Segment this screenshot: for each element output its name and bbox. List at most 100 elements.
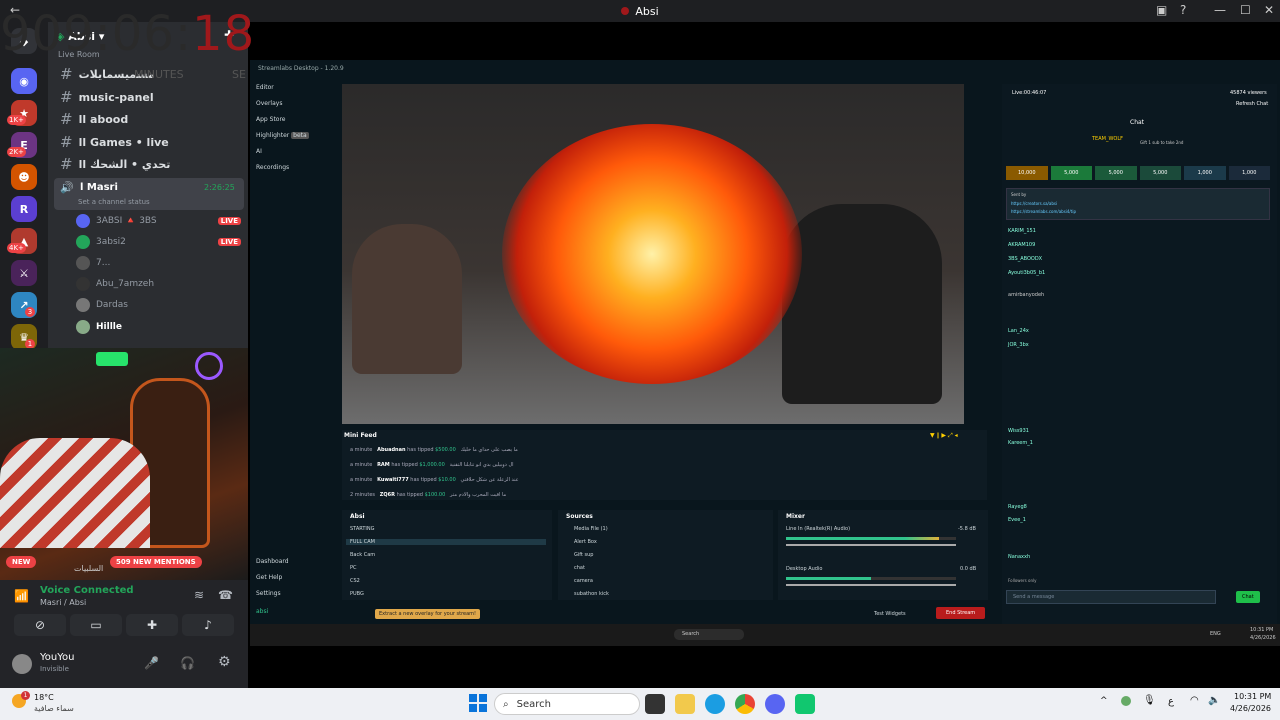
- taskbar-time[interactable]: 10:31 PM: [1234, 692, 1271, 701]
- inner-search[interactable]: Search: [674, 629, 744, 640]
- file-explorer-icon[interactable]: [675, 694, 695, 714]
- taskbar-search[interactable]: ⌕ Search: [494, 693, 640, 715]
- keyboard-language[interactable]: ع: [1168, 696, 1174, 707]
- end-stream-button[interactable]: End Stream: [936, 607, 986, 619]
- refresh-chat-button[interactable]: Refresh Chat: [1236, 101, 1268, 107]
- source-item[interactable]: subathon kick: [574, 591, 609, 597]
- task-view-icon[interactable]: [645, 694, 665, 714]
- tier-button[interactable]: 5,000: [1050, 166, 1092, 180]
- help-icon[interactable]: ?: [1180, 3, 1186, 17]
- tray-app-icon[interactable]: [1121, 696, 1131, 706]
- headphones-icon[interactable]: 🎧: [180, 656, 195, 670]
- start-icon[interactable]: [469, 694, 487, 712]
- wifi-icon[interactable]: ◠: [1190, 695, 1199, 706]
- live-duration: Live:00:46:07: [1012, 90, 1047, 96]
- nav-ai[interactable]: AI: [256, 148, 262, 155]
- streamlabs-icon[interactable]: [795, 694, 815, 714]
- tier-button[interactable]: 10,000: [1006, 166, 1048, 180]
- scene-item[interactable]: PUBG: [350, 591, 364, 597]
- settings-gear-icon[interactable]: ⚙: [218, 654, 231, 670]
- nav-editor[interactable]: Editor: [256, 84, 274, 91]
- microphone-tray-icon[interactable]: 🎙: [1143, 695, 1156, 706]
- noise-suppression-icon[interactable]: ≋: [194, 588, 204, 602]
- mention-channel[interactable]: السلبيات: [74, 564, 103, 573]
- channel-item[interactable]: # ll Games • live: [54, 132, 244, 152]
- server-3-icon[interactable]: ☻: [11, 164, 37, 190]
- nav-highlighter[interactable]: Highlighter beta: [256, 132, 309, 139]
- feed-controls-icon[interactable]: ▼ ∥ ▶ ⤢ ◂: [930, 432, 958, 440]
- test-widgets-button[interactable]: Test Widgets: [874, 611, 906, 617]
- voice-user[interactable]: 3ABSI 🔺 3BS LIVE: [76, 212, 241, 230]
- tier-button[interactable]: 1,000: [1184, 166, 1226, 180]
- screen-share-button[interactable]: ▭: [70, 614, 122, 636]
- channel-status[interactable]: Set a channel status: [78, 198, 150, 206]
- discord-icon[interactable]: [765, 694, 785, 714]
- avatar[interactable]: [12, 654, 32, 674]
- tier-button[interactable]: 5,000: [1139, 166, 1181, 180]
- server-discord-icon[interactable]: ◉: [11, 68, 37, 94]
- volume-icon[interactable]: 🔈: [1208, 695, 1220, 706]
- inner-date[interactable]: 4/26/2026: [1250, 635, 1276, 641]
- chat-send-button[interactable]: Chat: [1236, 591, 1260, 603]
- scene-item[interactable]: STARTING: [350, 526, 375, 532]
- microphone-icon[interactable]: 🎤: [144, 656, 159, 670]
- volume-slider[interactable]: [786, 584, 956, 586]
- close-icon[interactable]: ✕: [1264, 3, 1274, 17]
- inner-lang[interactable]: ENG: [1210, 631, 1221, 637]
- nav-recordings[interactable]: Recordings: [256, 164, 289, 171]
- soundboard-button[interactable]: ♪: [182, 614, 234, 636]
- nav-account[interactable]: absi: [256, 608, 268, 615]
- scene-item-selected[interactable]: FULL CAM: [346, 539, 546, 545]
- chrome-icon[interactable]: [735, 694, 755, 714]
- maximize-icon[interactable]: ☐: [1240, 3, 1251, 17]
- source-item[interactable]: Alert Box: [574, 539, 597, 545]
- source-item[interactable]: Media File (1): [574, 526, 608, 532]
- server-4-icon[interactable]: R: [11, 196, 37, 222]
- gift-prompt[interactable]: Gift 1 sub to take 2nd: [1140, 140, 1183, 145]
- pinned-link[interactable]: https://streamlabs.com/absi4/tip: [1011, 209, 1076, 214]
- volume-slider[interactable]: [786, 544, 956, 546]
- tier-button[interactable]: 5,000: [1095, 166, 1137, 180]
- channel-item[interactable]: # ll abood: [54, 109, 244, 129]
- nav-overlays[interactable]: Overlays: [256, 100, 282, 107]
- tier-button[interactable]: 1,000: [1228, 166, 1270, 180]
- source-item[interactable]: Gift sup: [574, 552, 593, 558]
- voice-user[interactable]: Abu_7amzeh: [76, 275, 241, 293]
- overlay-tip[interactable]: Extract a new overlay for your stream!: [375, 609, 481, 619]
- edge-icon[interactable]: [705, 694, 725, 714]
- voice-user[interactable]: 7...: [76, 254, 241, 272]
- scene-item[interactable]: CS2: [350, 578, 360, 584]
- pinned-link[interactable]: https://creators.sa/absi: [1011, 201, 1057, 206]
- nav-get-help[interactable]: Get Help: [256, 574, 282, 581]
- minimize-icon[interactable]: —: [1214, 3, 1226, 17]
- channel-item[interactable]: # ll تحدي • الشحك: [54, 154, 244, 174]
- voice-user[interactable]: Dardas: [76, 296, 241, 314]
- activities-button[interactable]: ✚: [126, 614, 178, 636]
- voice-channel-active[interactable]: 🔊 l Masri 2:26:25 Set a channel status: [54, 178, 244, 210]
- nav-settings[interactable]: Settings: [256, 590, 281, 597]
- new-badge[interactable]: NEW: [6, 556, 37, 568]
- camera-button[interactable]: ⊘: [14, 614, 66, 636]
- chevron-up-icon[interactable]: ^: [1100, 696, 1108, 706]
- streamlabs-title: Streamlabs Desktop - 1.20.9: [258, 65, 344, 72]
- chat-input[interactable]: Send a message: [1006, 590, 1216, 604]
- voice-channel-path[interactable]: Masri / Absi: [40, 598, 86, 607]
- channel-item[interactable]: # music-panel: [54, 87, 244, 107]
- signal-icon[interactable]: 📶: [14, 589, 29, 603]
- scene-item[interactable]: PC: [350, 565, 357, 571]
- nav-app-store[interactable]: App Store: [256, 116, 286, 123]
- hash-icon: #: [60, 65, 73, 83]
- taskbar-date[interactable]: 4/26/2026: [1230, 704, 1271, 713]
- nav-dashboard[interactable]: Dashboard: [256, 558, 289, 565]
- inner-time[interactable]: 10:31 PM: [1250, 627, 1273, 633]
- disconnect-icon[interactable]: ☎: [218, 588, 233, 602]
- voice-user[interactable]: Hillle: [76, 318, 241, 336]
- server-badge: 2K+: [7, 147, 26, 157]
- inbox-icon[interactable]: ▣: [1156, 3, 1167, 17]
- voice-user[interactable]: 3absi2 LIVE: [76, 233, 241, 251]
- server-6-icon[interactable]: ⚔: [11, 260, 37, 286]
- source-item[interactable]: camera: [574, 578, 593, 584]
- scene-item[interactable]: Back Cam: [350, 552, 375, 558]
- mentions-badge[interactable]: 509 NEW MENTIONS: [110, 556, 202, 568]
- source-item[interactable]: chat: [574, 565, 585, 571]
